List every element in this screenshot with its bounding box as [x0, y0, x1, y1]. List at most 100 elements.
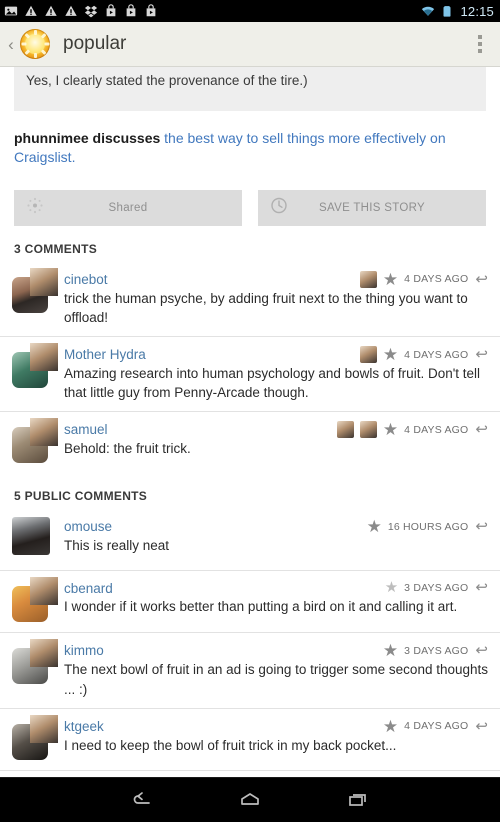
action-bar: ‹ popular — [0, 22, 500, 67]
faver-avatar[interactable] — [360, 421, 377, 438]
star-icon[interactable]: ★ — [385, 580, 398, 595]
comment-text: I wonder if it works better than putting… — [64, 596, 488, 616]
reply-icon[interactable]: ↩ — [474, 519, 488, 534]
avatar-thumbnail — [30, 418, 58, 446]
star-icon[interactable]: ★ — [367, 518, 382, 535]
comment-row[interactable]: cbenard★3 DAYS AGO↩I wonder if it works … — [0, 570, 500, 632]
dropbox-icon — [84, 4, 98, 18]
content-scroll-area[interactable]: Yes, I clearly stated the provenance of … — [0, 67, 500, 777]
avatar-thumbnail — [30, 715, 58, 743]
quote-block: Yes, I clearly stated the provenance of … — [14, 67, 486, 111]
avatar-image — [12, 517, 50, 555]
back-icon[interactable] — [127, 790, 157, 810]
comment-timestamp: 4 DAYS AGO — [404, 273, 468, 285]
comment-username[interactable]: cinebot — [64, 268, 360, 287]
comment-text: This is really neat — [64, 535, 488, 555]
comment-header: Mother Hydra ★ 4 DAYS AGO ↩ — [64, 343, 488, 363]
screenshot-icon — [4, 4, 18, 18]
comment-meta: ★ 16 HOURS AGO ↩ — [367, 515, 488, 535]
star-icon[interactable]: ★ — [383, 421, 398, 438]
comment-sections: 3 COMMENTScinebot★4 DAYS AGO↩trick the h… — [0, 226, 500, 777]
star-icon[interactable]: ★ — [383, 718, 398, 735]
comment-username[interactable]: ktgeek — [64, 715, 383, 734]
comment-username[interactable]: omouse — [64, 515, 367, 534]
share-button[interactable]: Shared — [14, 190, 242, 226]
comment-row[interactable]: cinebot ★ 4 DAYS AGO ↩trick the human psych… — [0, 262, 500, 336]
avatar[interactable] — [12, 577, 58, 623]
comment-body: ktgeek★4 DAYS AGO↩I need to keep the bow… — [58, 715, 488, 761]
comment-row[interactable]: samuel ★ 4 DAYS AGO ↩Behold: the fruit tric… — [0, 411, 500, 473]
comment-text: trick the human psyche, by adding fruit … — [64, 288, 488, 327]
overflow-menu-icon[interactable] — [470, 31, 490, 57]
warning-icon — [24, 4, 38, 18]
sunburst-icon — [26, 196, 44, 219]
star-icon[interactable]: ★ — [383, 642, 398, 659]
avatar[interactable] — [12, 715, 58, 761]
share-button-label: Shared — [109, 202, 148, 214]
reply-icon[interactable]: ↩ — [474, 347, 488, 362]
avatar[interactable] — [12, 515, 58, 561]
reply-icon[interactable]: ↩ — [474, 580, 488, 595]
metafilter-logo-icon[interactable] — [20, 29, 50, 59]
comment-header: kimmo★3 DAYS AGO↩ — [64, 639, 488, 659]
avatar[interactable] — [12, 639, 58, 685]
wifi-icon — [421, 4, 435, 18]
comment-header: cbenard★3 DAYS AGO↩ — [64, 577, 488, 596]
faver-avatar[interactable] — [360, 346, 377, 363]
star-icon[interactable]: ★ — [383, 271, 398, 288]
reply-icon[interactable]: ↩ — [474, 643, 488, 658]
comment-meta: ★ 4 DAYS AGO ↩ — [383, 715, 488, 735]
page-title: popular — [63, 33, 126, 55]
comment-body: Mother Hydra★4 DAYS AGO↩Amazing research… — [58, 343, 488, 402]
avatar-thumbnail — [30, 639, 58, 667]
comment-row[interactable]: kimmo★3 DAYS AGO↩The next bowl of fruit … — [0, 632, 500, 707]
recents-icon[interactable] — [343, 790, 373, 810]
comment-timestamp: 16 HOURS AGO — [388, 521, 469, 533]
comment-header: cinebot ★ 4 DAYS AGO ↩ — [64, 268, 488, 288]
comment-meta: ★ 4 DAYS AGO ↩ — [360, 343, 488, 363]
comment-meta: ★3 DAYS AGO↩ — [385, 577, 488, 595]
comment-row[interactable]: Mother Hydra★4 DAYS AGO↩Amazing research… — [0, 336, 500, 411]
battery-icon — [440, 4, 454, 18]
comment-timestamp: 4 DAYS AGO — [404, 424, 468, 436]
avatar[interactable] — [12, 268, 58, 314]
faver-avatar[interactable] — [360, 271, 377, 288]
save-story-button[interactable]: SAVE THIS STORY — [258, 190, 486, 226]
avatar[interactable] — [12, 418, 58, 464]
comment-row[interactable]: ktgeek★4 DAYS AGO↩I need to keep the bow… — [0, 708, 500, 770]
play-store-icon — [124, 4, 138, 18]
comment-username[interactable]: kimmo — [64, 639, 383, 658]
comment-row[interactable]: omouse★ 16 HOURS AGO ↩This is really neat — [0, 509, 500, 570]
avatar[interactable] — [12, 343, 58, 389]
reply-icon[interactable]: ↩ — [474, 719, 488, 734]
section-heading: 5 PUBLIC COMMENTS — [0, 473, 500, 509]
comment-timestamp: 4 DAYS AGO — [404, 349, 468, 361]
comment-text: Behold: the fruit trick. — [64, 438, 488, 458]
comment-meta: ★3 DAYS AGO↩ — [383, 639, 488, 659]
section-heading: 3 COMMENTS — [0, 226, 500, 262]
comment-username[interactable]: samuel — [64, 418, 337, 437]
reply-icon[interactable]: ↩ — [474, 422, 488, 437]
status-bar-clock: 12:15 — [459, 4, 494, 19]
avatar-thumbnail — [30, 577, 58, 605]
comment-timestamp: 4 DAYS AGO — [404, 720, 468, 732]
comment-header: ktgeek★ 4 DAYS AGO ↩ — [64, 715, 488, 735]
comment-body: samuel ★ 4 DAYS AGO ↩Behold: the fruit tric… — [58, 418, 488, 464]
home-icon[interactable] — [235, 790, 265, 810]
comment-header: samuel ★ 4 DAYS AGO ↩ — [64, 418, 488, 438]
reply-icon[interactable]: ↩ — [474, 272, 488, 287]
clock-icon — [270, 196, 288, 219]
comment-header: omouse★ 16 HOURS AGO ↩ — [64, 515, 488, 535]
avatar-thumbnail — [30, 268, 58, 296]
warning-icon — [64, 4, 78, 18]
star-icon[interactable]: ★ — [383, 346, 398, 363]
faver-avatar[interactable] — [337, 421, 354, 438]
status-bar-system-icons: 12:15 — [421, 4, 494, 19]
comment-row[interactable]: kemayo★4 DAYS AGO↩The Craigslist fruit t… — [0, 770, 500, 777]
back-chevron-icon[interactable]: ‹ — [4, 36, 18, 53]
avatar-thumbnail — [30, 343, 58, 371]
comment-username[interactable]: cbenard — [64, 577, 385, 596]
save-story-button-label: SAVE THIS STORY — [319, 202, 425, 214]
comment-username[interactable]: Mother Hydra — [64, 343, 360, 362]
comment-meta: ★ 4 DAYS AGO ↩ — [337, 418, 488, 438]
